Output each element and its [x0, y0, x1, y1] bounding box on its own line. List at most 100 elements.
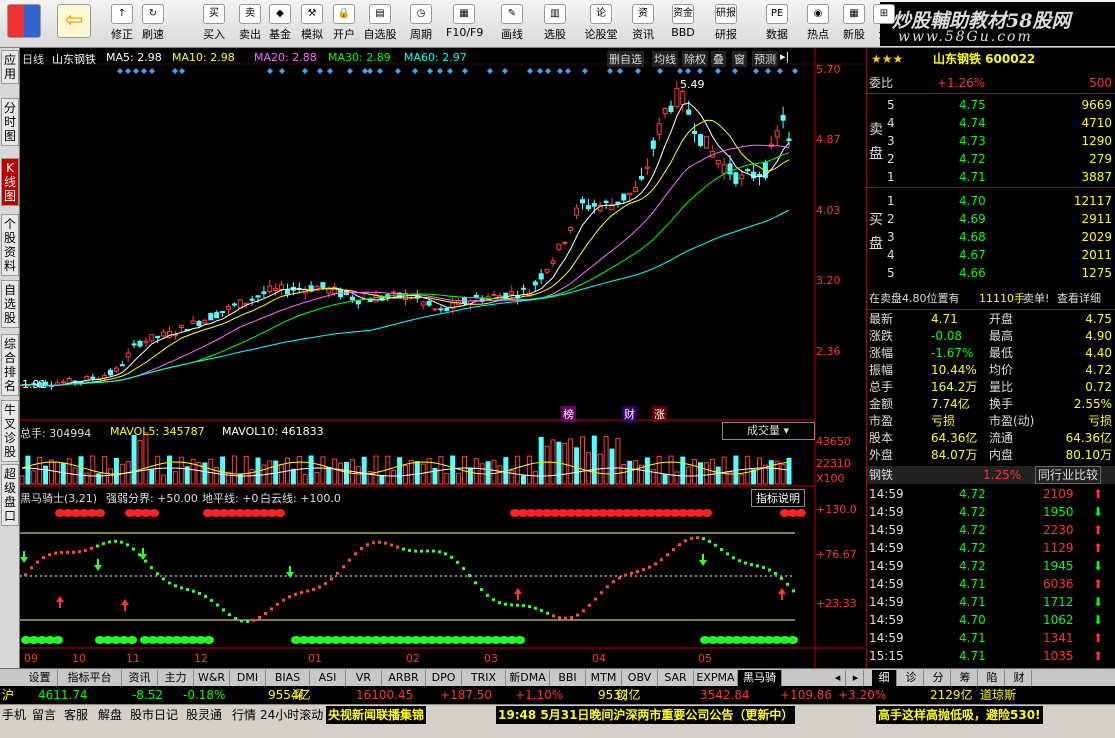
back-button[interactable]: ⇦	[54, 2, 94, 46]
index-name-3[interactable]: 道琼斯	[980, 686, 1016, 704]
toolbar-button-14[interactable]: 资金 BBD	[665, 2, 701, 46]
indicator-tab-9[interactable]: ARBR	[382, 670, 426, 686]
toolbar-button-5[interactable]: ⚒ 模拟	[294, 2, 330, 46]
queue-detail-link[interactable]: 查看详细	[1057, 290, 1101, 308]
toolbar-button-6[interactable]: 🔒 开户	[326, 2, 362, 46]
industry-compare-button[interactable]: 同行业比较	[1035, 466, 1102, 484]
side-tab-1[interactable]: 分时图	[1, 98, 19, 146]
chart-button-3[interactable]: 叠	[711, 51, 726, 67]
x-month-label-6: 03	[484, 652, 498, 665]
marker-bang[interactable]: 榜	[561, 406, 576, 422]
news-headline-2[interactable]: 19:48 5月31日晚间沪深两市重要公司公告（更新中）	[496, 706, 796, 724]
side-tab-3[interactable]: 个股资料	[1, 214, 19, 276]
candle-body	[426, 301, 432, 306]
chart-button-0[interactable]: 删自选	[607, 51, 644, 67]
chart-button-4[interactable]: 窗	[732, 51, 747, 67]
toolbar-button-19[interactable]: ⊞ 沪	[866, 2, 902, 46]
toolbar-button-13[interactable]: 资资讯	[625, 2, 661, 46]
status-item-2[interactable]: 客服	[64, 706, 88, 724]
toolbar-button-8[interactable]: ◷ 周期	[403, 2, 439, 46]
toolbar-button-11[interactable]: ▥ 选股	[537, 2, 573, 46]
index-name-1[interactable]: 深	[292, 686, 304, 704]
candle-body	[190, 320, 196, 325]
index-name-0[interactable]: 沪	[2, 686, 14, 704]
indicator-tab-15[interactable]: OBV	[622, 670, 658, 686]
scroll-left-icon[interactable]: ◂	[830, 670, 846, 686]
chart-button-1[interactable]: 均线	[652, 51, 678, 67]
chart-button-2[interactable]: 除权	[682, 51, 708, 67]
indicator-tab-11[interactable]: TRIX	[462, 670, 506, 686]
quote-tab-2[interactable]: 分	[926, 670, 951, 686]
status-item-6[interactable]: 行情	[232, 706, 256, 724]
side-tab-7[interactable]: 超级盘口	[1, 464, 19, 526]
toolbar-button-1[interactable]: ↻ 刷速	[135, 2, 171, 46]
marker-cai[interactable]: 财	[622, 406, 637, 422]
toolbar-icon-2: 买	[203, 4, 225, 24]
indicator-tab-2[interactable]: 资讯	[122, 670, 158, 686]
quote-tab-1[interactable]: 诊	[899, 670, 924, 686]
candle-body	[580, 199, 585, 204]
volume-bar	[178, 456, 184, 485]
side-tab-5[interactable]: 综合排名	[1, 334, 19, 396]
quote-tab-3[interactable]: 筹	[953, 670, 978, 686]
indicator-tab-17[interactable]: EXPMA	[694, 670, 738, 686]
toolbar-button-9[interactable]: ▦ F10/F9	[446, 2, 483, 46]
chart-button-5[interactable]: 预测	[752, 51, 778, 67]
indicator-tab-7[interactable]: ASI	[310, 670, 346, 686]
news-headline-1[interactable]: 央视新闻联播集锦	[326, 706, 427, 724]
indicator-tab-8[interactable]: VR	[346, 670, 382, 686]
volume-dropdown[interactable]: 成交量 ▾	[722, 422, 815, 440]
quote-tab-4[interactable]: 陷	[980, 670, 1005, 686]
news-headline-3[interactable]: 高手这样高抛低吸，避险530!	[876, 706, 1043, 724]
toolbar-button-15[interactable]: 研报 研报	[708, 2, 744, 46]
toolbar-button-10[interactable]: ✎ 画线	[494, 2, 530, 46]
indicator-tab-4[interactable]: W&R	[194, 670, 230, 686]
quote-tab-5[interactable]: 财	[1007, 670, 1032, 686]
indicator-tab-18[interactable]: 黑马骑士	[738, 670, 782, 700]
indicator-tab-14[interactable]: MTM	[586, 670, 622, 686]
indicator-tab-5[interactable]: DMI	[230, 670, 266, 686]
status-item-1[interactable]: 留言	[32, 706, 56, 724]
indicator-tab-16[interactable]: SAR	[658, 670, 694, 686]
status-item-4[interactable]: 股市日记	[130, 706, 178, 724]
kline-chart[interactable]: 日线 山东钢铁 MA5: 2.98 MA10: 2.98 MA20: 2.88 …	[20, 48, 865, 668]
scroll-right-icon[interactable]: ▸	[848, 670, 864, 686]
event-diamond-icon	[347, 68, 353, 74]
tick-price: 4.72	[959, 559, 986, 573]
index-name-2[interactable]: 创	[616, 686, 628, 704]
status-item-5[interactable]: 股灵通	[186, 706, 222, 724]
indicator-tab-1[interactable]: 指标平台	[58, 670, 122, 686]
grid-menu-button[interactable]	[4, 2, 44, 46]
side-tab-2[interactable]: K线图	[1, 158, 19, 206]
status-item-7[interactable]: 24小时滚动	[260, 706, 323, 724]
chart-menu-arrow-icon[interactable]: ▸|	[780, 50, 789, 63]
status-bar: 手机 留言 客服 解盘 股市日记 股灵通 行情 24小时滚动 央视新闻联播集锦 19:48 5月3…	[0, 704, 1115, 738]
indicator-dot	[84, 548, 87, 552]
indicator-dot	[126, 543, 129, 547]
status-item-3[interactable]: 解盘	[98, 706, 122, 724]
indicator-tab-10[interactable]: DPO	[426, 670, 462, 686]
toolbar-button-16[interactable]: PE 数据	[759, 2, 795, 46]
toolbar-button-7[interactable]: ▤ 自选股	[362, 2, 398, 46]
indicator-tab-13[interactable]: BBI	[550, 670, 586, 686]
volume-bar	[308, 455, 314, 485]
indicator-dot	[630, 571, 633, 575]
side-tab-4[interactable]: 自选股	[1, 280, 19, 328]
toolbar-icon-14: 资金	[672, 4, 694, 24]
tick-row: 14:59 4.70 1062 ⬇	[867, 611, 1115, 629]
side-tab-6[interactable]: 牛叉诊股	[1, 400, 19, 462]
quote-tab-0[interactable]: 细	[872, 670, 897, 686]
side-tab-0[interactable]: 应用	[1, 50, 19, 84]
indicator-tab-12[interactable]: 新DMA	[506, 670, 550, 686]
marker-zhang[interactable]: 涨	[652, 406, 667, 422]
indicator-tab-3[interactable]: 主力	[158, 670, 194, 686]
toolbar-button-4[interactable]: ◆ 基金	[262, 2, 298, 46]
indicator-tab-6[interactable]: BIAS	[266, 670, 310, 686]
indicator-dot	[708, 539, 711, 543]
toolbar-button-12[interactable]: 论论股堂	[583, 2, 619, 46]
status-item-0[interactable]: 手机	[2, 706, 26, 724]
toolbar-button-17[interactable]: ◉ 热点	[800, 2, 836, 46]
indicator-tab-0[interactable]: 设置	[22, 670, 58, 686]
indicator-help-button[interactable]: 指标说明	[751, 489, 805, 507]
toolbar-button-2[interactable]: 买买入	[196, 2, 232, 46]
